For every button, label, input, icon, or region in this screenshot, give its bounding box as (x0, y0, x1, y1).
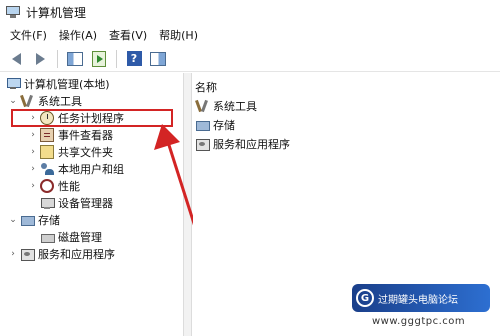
properties-pane-icon (150, 51, 166, 66)
list-item[interactable]: 服务和应用程序 (195, 135, 290, 152)
tree-item-local-users[interactable]: › 本地用户和组 (28, 160, 124, 177)
list-item-label: 系统工具 (213, 99, 257, 113)
watermark-url: www.gggtpc.com (372, 316, 466, 327)
list-item-label: 存储 (213, 118, 235, 132)
tree-item-event-viewer[interactable]: › 事件查看器 (28, 126, 113, 143)
forward-arrow-icon (35, 52, 45, 65)
arrow-head-icon (154, 124, 180, 150)
chevron-down-icon[interactable]: ⌄ (8, 96, 18, 106)
toolbar-separator (57, 49, 58, 68)
disk-icon (40, 230, 55, 244)
column-header-name[interactable]: 名称 (195, 79, 217, 95)
storage-icon (20, 213, 35, 227)
computer-icon (6, 77, 21, 91)
forum-logo-icon: G (356, 289, 374, 307)
device-manager-icon (40, 196, 55, 210)
tree-item-services-apps[interactable]: › 服务和应用程序 (8, 245, 115, 262)
tree-label: 磁盘管理 (58, 230, 102, 244)
tools-icon (20, 94, 34, 108)
window-title: 计算机管理 (26, 5, 87, 20)
list-item-label: 服务和应用程序 (213, 137, 290, 151)
tree-item-shared-folders[interactable]: › 共享文件夹 (28, 143, 113, 160)
tree-item-performance[interactable]: › 性能 (28, 177, 80, 194)
tree-item-system-tools[interactable]: ⌄ 系统工具 (8, 92, 82, 109)
back-arrow-icon (11, 52, 21, 65)
forward-button[interactable] (30, 49, 50, 69)
tree-label: 系统工具 (38, 94, 82, 108)
tree-label: 事件查看器 (58, 128, 113, 142)
event-log-icon (40, 127, 54, 142)
menu-action[interactable]: 操作(A) (59, 27, 97, 43)
annotation-highlight-box (11, 109, 173, 127)
menu-file[interactable]: 文件(F) (10, 27, 47, 43)
list-item[interactable]: 系统工具 (195, 97, 257, 114)
back-button[interactable] (6, 49, 26, 69)
menu-help[interactable]: 帮助(H) (159, 27, 198, 43)
watermark-badge: G 过期罐头电脑论坛 (352, 284, 490, 312)
chevron-right-icon[interactable]: › (8, 249, 18, 259)
export-list-button[interactable] (89, 49, 109, 69)
tree-label: 性能 (58, 179, 80, 193)
tree-label: 服务和应用程序 (38, 247, 115, 261)
tools-icon (195, 99, 209, 113)
help-button[interactable]: ? (124, 49, 144, 69)
performance-icon (40, 178, 54, 193)
watermark-text: 过期罐头电脑论坛 (378, 294, 458, 306)
console-tree-icon (67, 51, 83, 66)
list-item[interactable]: 存储 (195, 116, 235, 133)
chevron-right-icon[interactable]: › (28, 181, 38, 191)
chevron-right-icon[interactable]: › (28, 164, 38, 174)
tree-label: 本地用户和组 (58, 162, 124, 176)
computer-management-icon (6, 6, 20, 18)
tree-label: 共享文件夹 (58, 145, 113, 159)
tree-item-device-manager[interactable]: 设备管理器 (40, 194, 113, 211)
properties-button[interactable] (148, 49, 168, 69)
shared-folder-icon (40, 144, 54, 159)
chevron-right-icon[interactable]: › (28, 130, 38, 140)
tree-item-disk-management[interactable]: 磁盘管理 (40, 228, 102, 245)
chevron-down-icon[interactable]: ⌄ (8, 215, 18, 225)
tree-item-storage[interactable]: ⌄ 存储 (8, 211, 60, 228)
toolbar: ? (0, 46, 500, 72)
services-icon (195, 137, 210, 151)
tree-label: 存储 (38, 213, 60, 227)
storage-icon (195, 118, 210, 132)
tree-label: 设备管理器 (58, 196, 113, 210)
menu-view[interactable]: 查看(V) (109, 27, 147, 43)
chevron-right-icon[interactable]: › (28, 147, 38, 157)
tree-label: 计算机管理(本地) (24, 77, 110, 91)
users-icon (40, 162, 54, 176)
help-icon: ? (126, 51, 142, 66)
toolbar-separator (116, 49, 117, 68)
services-icon (20, 247, 35, 261)
title-bar: 计算机管理 (0, 0, 500, 24)
show-hide-tree-button[interactable] (65, 49, 85, 69)
tree-item-root[interactable]: 计算机管理(本地) (6, 75, 110, 92)
export-list-icon (92, 50, 106, 67)
menu-bar: 文件(F) 操作(A) 查看(V) 帮助(H) (0, 24, 500, 46)
